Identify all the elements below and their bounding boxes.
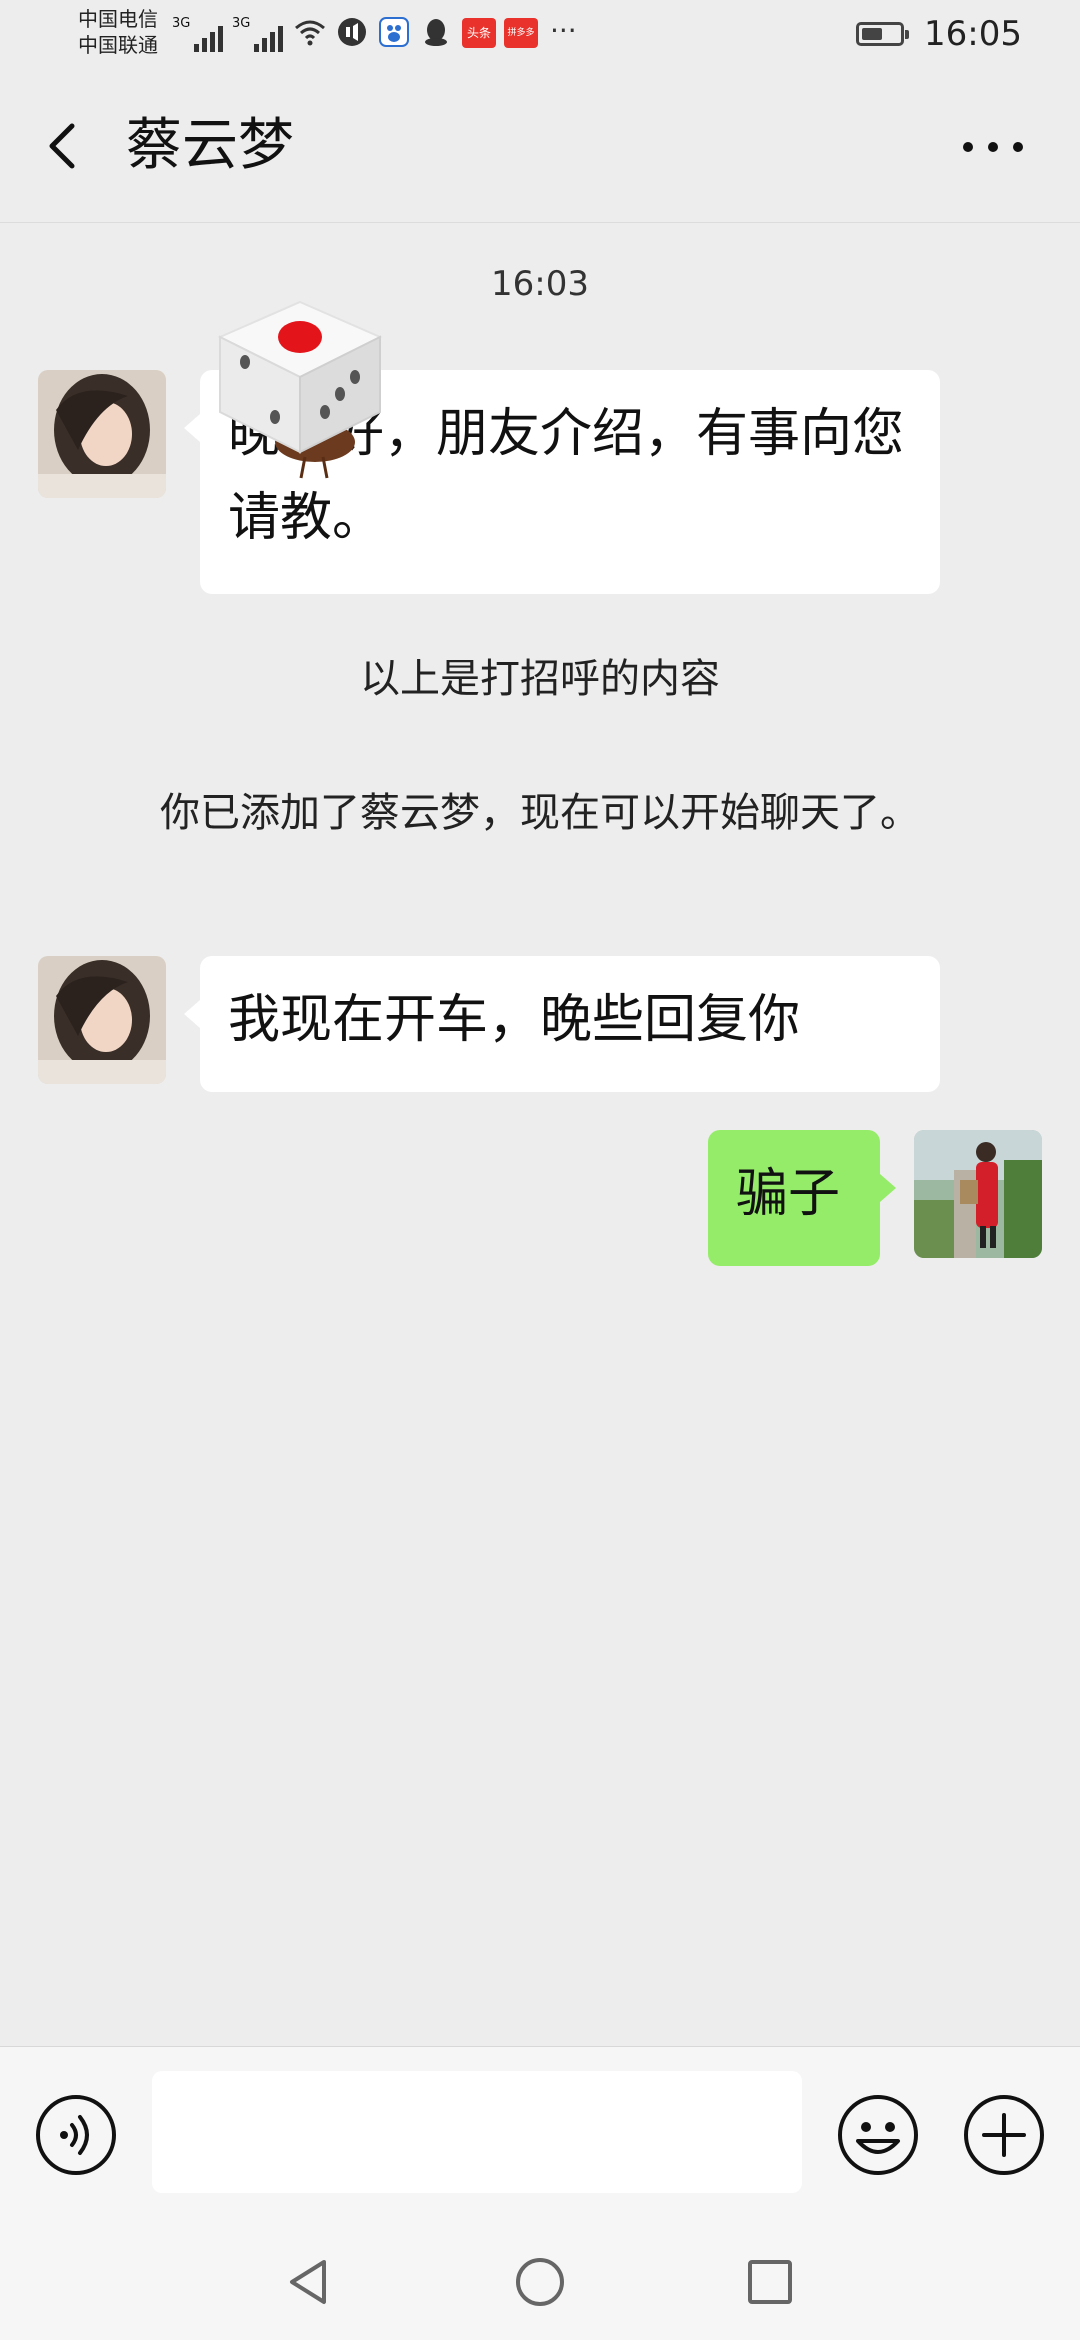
- contact-avatar[interactable]: [38, 370, 166, 498]
- emoji-icon[interactable]: [836, 2093, 920, 2177]
- signal-1-icon: 3G: [172, 16, 223, 52]
- greeting-note: 以上是打招呼的内容: [360, 656, 720, 702]
- battery-icon: [856, 22, 909, 46]
- message-input-bar: [0, 2046, 1080, 2225]
- message-bubble[interactable]: 我现在开车，晚些回复你: [184, 956, 940, 1092]
- carrier-labels: 中国电信 中国联通: [78, 6, 158, 58]
- pinduoduo-icon: 拼多多: [504, 18, 538, 48]
- self-avatar[interactable]: [914, 1130, 1042, 1258]
- more-dots-icon[interactable]: [958, 132, 1028, 162]
- status-time: 16:05: [924, 14, 1022, 54]
- chat-title: 蔡云梦: [126, 113, 294, 178]
- chat-header: 蔡云梦: [0, 72, 1080, 223]
- message-text-input[interactable]: [152, 2071, 802, 2193]
- system-navigation-bar: [0, 2224, 1080, 2340]
- dice-sticker-icon: [217, 300, 383, 479]
- friend-added-note: 你已添加了蔡云梦，现在可以开始聊天了。: [160, 790, 920, 836]
- chevron-left-icon[interactable]: [38, 120, 90, 172]
- qq-icon: [425, 19, 447, 46]
- message-timestamp: 16:03: [491, 264, 589, 304]
- message-bubble-self[interactable]: 骗子: [708, 1130, 896, 1266]
- nav-back-icon[interactable]: [282, 2254, 338, 2310]
- contact-avatar[interactable]: [38, 956, 166, 1084]
- wifi-icon: [295, 20, 325, 46]
- status-bar: 中国电信 中国联通 3G 3G 头条 拼多多 ··· 16:05: [0, 0, 1080, 72]
- more-notifications-icon: ···: [550, 14, 577, 47]
- plus-icon[interactable]: [962, 2093, 1046, 2177]
- nav-recents-icon[interactable]: [742, 2254, 798, 2310]
- nav-home-icon[interactable]: [512, 2254, 568, 2310]
- hd-voice-icon: [338, 18, 366, 46]
- carrier-1: 中国电信: [78, 7, 158, 31]
- toutiao-icon: 头条: [462, 18, 496, 48]
- signal-2-icon: 3G: [232, 16, 283, 52]
- baidu-icon: [379, 17, 409, 47]
- carrier-2: 中国联通: [78, 33, 158, 57]
- voice-icon[interactable]: [34, 2093, 118, 2177]
